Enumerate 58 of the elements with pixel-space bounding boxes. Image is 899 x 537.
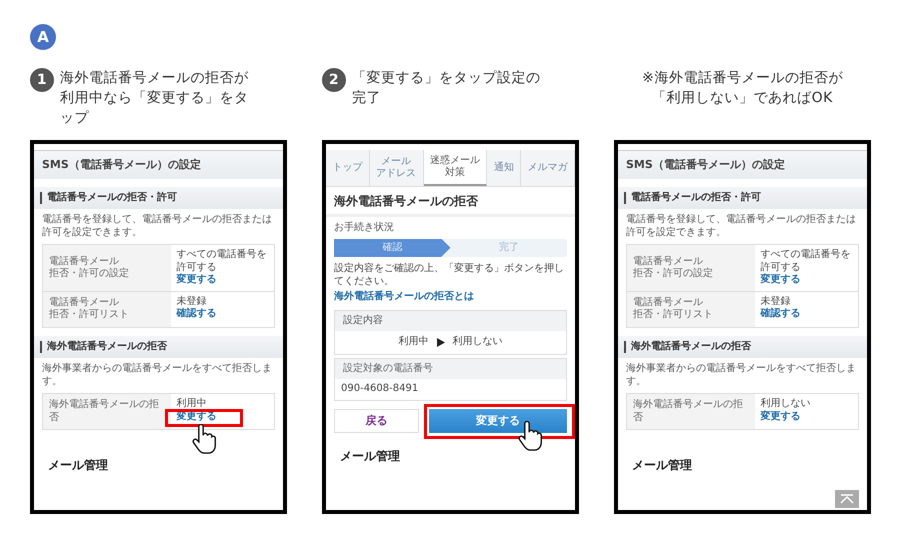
step-instruction: 「変更する」をタップ設定の 完了	[352, 69, 540, 108]
setting-value: 利用しない	[760, 398, 812, 410]
step-number: 2	[322, 68, 346, 92]
progress-step: 完了	[450, 238, 567, 257]
setting-label: 海外電話番号メールの拒否	[627, 394, 754, 430]
change-link[interactable]: 変更する	[760, 410, 800, 422]
box-heading: 設定対象の電話番号	[335, 358, 566, 379]
scroll-top-button[interactable]	[835, 490, 859, 508]
section-heading: 海外電話番号メールの拒否	[618, 336, 867, 358]
section-badge: A	[30, 24, 56, 50]
setting-value: すべての電話番号を許可する	[760, 249, 852, 273]
section-description: 電話番号を登録して、電話番号メールの拒否または許可を設定できます。	[41, 212, 273, 240]
section-heading: 海外電話番号メールの拒否	[34, 336, 283, 358]
nav-tab[interactable]: 通知	[487, 150, 522, 186]
setting-value: 未登録	[176, 296, 208, 308]
setting-label: 電話番号メール 拒否・許可の設定	[627, 245, 754, 291]
setting-label: 電話番号メール 拒否・許可の設定	[43, 245, 170, 291]
section-heading: 電話番号メールの拒否・許可	[34, 186, 283, 210]
nav-tab[interactable]: 迷惑メール 対策	[424, 150, 488, 186]
step-instruction: ※海外電話番号メールの拒否が 「利用しない」であればOK	[642, 69, 843, 108]
footer-heading: メール管理	[632, 458, 693, 474]
setting-value: すべての電話番号を許可する	[176, 249, 268, 273]
progress-label: お手続き状況	[333, 222, 395, 234]
footer-heading: メール管理	[48, 458, 109, 474]
progress-step: 確認	[334, 238, 450, 257]
setting-label: 電話番号メール 拒否・許可リスト	[43, 292, 170, 327]
setting-label: 電話番号メール 拒否・許可リスト	[627, 292, 754, 327]
section-heading: 電話番号メールの拒否・許可	[618, 186, 867, 210]
play-arrow-icon	[436, 338, 444, 347]
step-instruction: 海外電話番号メールの拒否が 利用中なら「変更する」をタ ップ	[60, 69, 248, 128]
help-link[interactable]: 海外電話番号メールの拒否とは	[326, 288, 575, 306]
section-description: 海外事業者からの電話番号メールをすべて拒否します。	[625, 362, 857, 389]
phone-number: 090-4608-8491	[340, 382, 420, 396]
change-link[interactable]: 変更する	[760, 274, 800, 286]
section-description: 海外事業者からの電話番号メールをすべて拒否します。	[41, 362, 273, 389]
change-link[interactable]: 変更する	[176, 274, 216, 286]
setting-label: 海外電話番号メールの拒否	[43, 394, 170, 430]
nav-tab[interactable]: メルマガ	[521, 150, 575, 186]
change-link[interactable]: 確認する	[176, 308, 216, 320]
setting-value: 未登録	[760, 296, 792, 308]
nav-tab[interactable]: トップ	[326, 150, 370, 186]
step-number: 1	[30, 68, 54, 92]
instruction-text: 設定内容をご確認の上、「変更する」ボタンを押してください。	[333, 263, 565, 288]
new-value: 利用しない	[452, 336, 502, 348]
setting-value: 利用中	[176, 398, 208, 411]
chevron-up-icon	[840, 494, 854, 504]
page-title: SMS（電話番号メール）の設定	[618, 151, 867, 179]
change-button[interactable]: 変更する	[429, 408, 567, 432]
footer-heading: メール管理	[340, 448, 401, 464]
section-description: 電話番号を登録して、電話番号メールの拒否または許可を設定できます。	[625, 212, 857, 240]
current-value: 利用中	[398, 336, 428, 348]
back-button[interactable]: 戻る	[334, 408, 419, 432]
hand-pointer-icon	[190, 424, 216, 457]
change-link[interactable]: 確認する	[760, 308, 800, 320]
hand-pointer-icon	[517, 420, 543, 454]
page-title: 海外電話番号メールの拒否	[326, 187, 575, 217]
box-heading: 設定内容	[335, 310, 566, 331]
page-title: SMS（電話番号メール）の設定	[34, 151, 283, 179]
